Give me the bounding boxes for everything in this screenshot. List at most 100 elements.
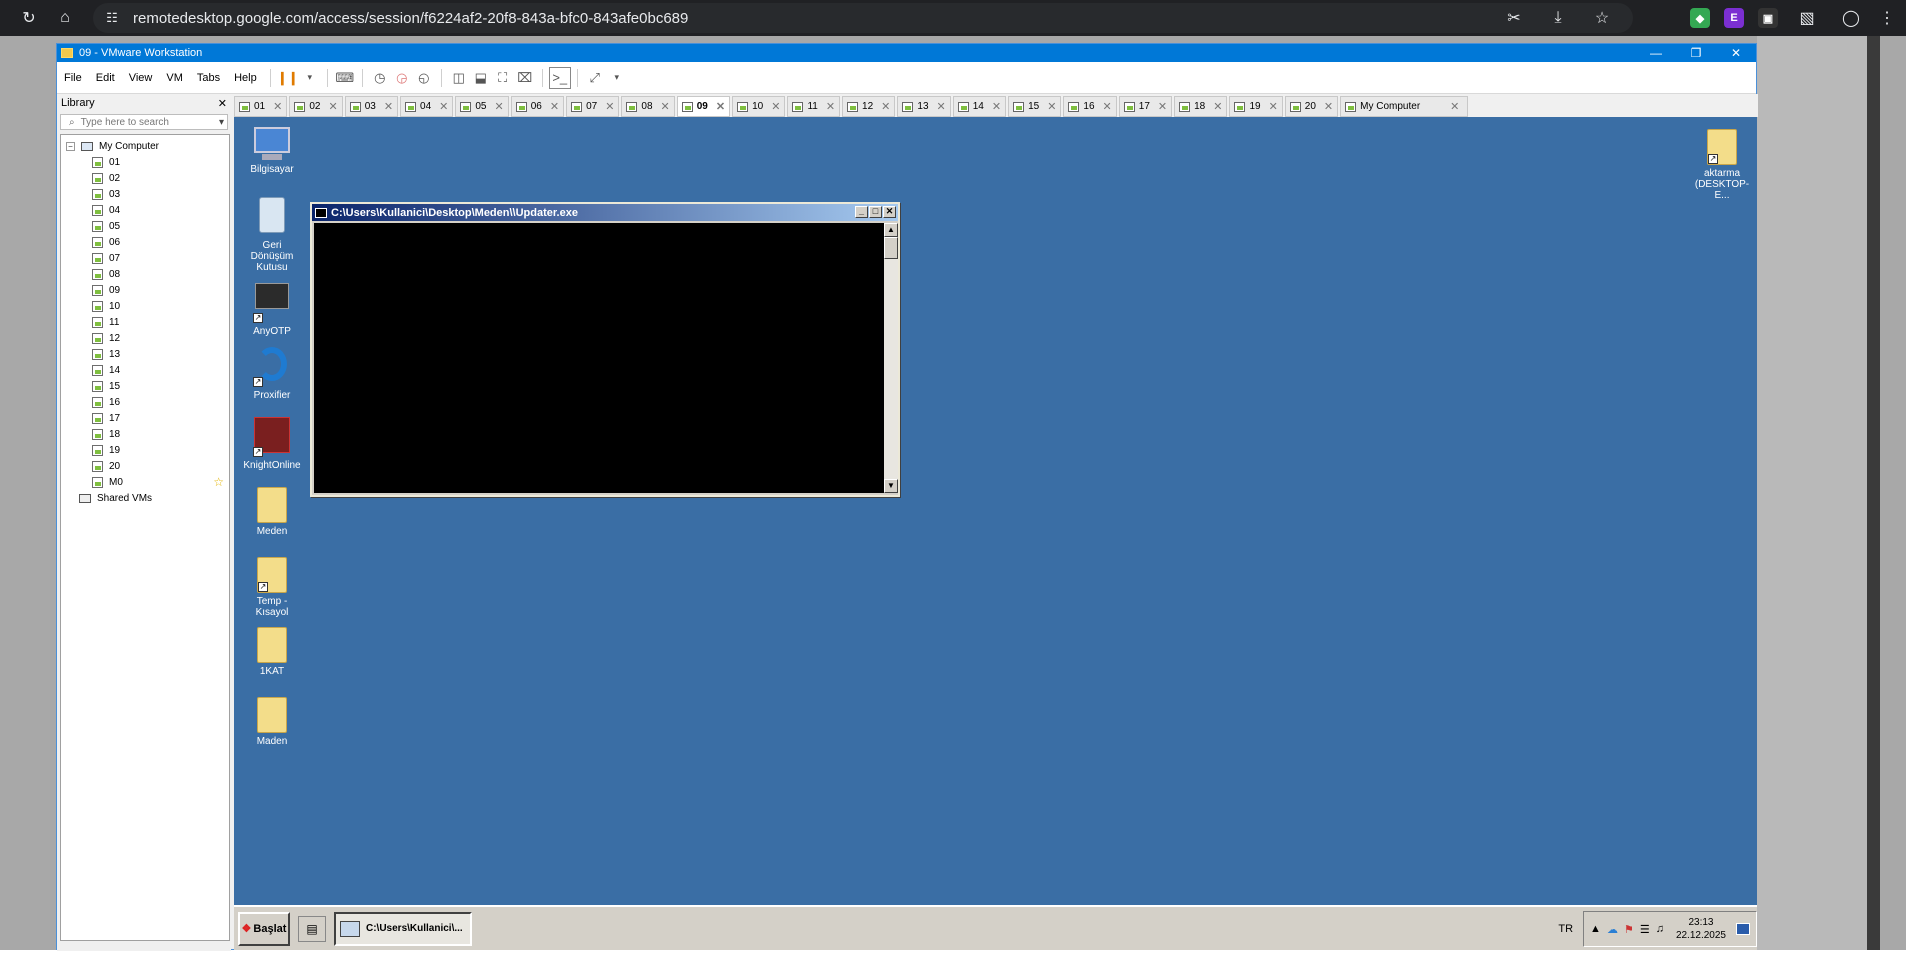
tab-close-icon[interactable]: ✕ (1450, 100, 1459, 113)
tree-vm-item[interactable]: 08 (61, 266, 229, 282)
power-dropdown-icon[interactable]: ▾ (299, 67, 321, 89)
start-button[interactable]: ❖ Başlat (238, 911, 290, 946)
show-desktop-corner-icon[interactable] (1736, 923, 1750, 935)
tree-vm-item[interactable]: 16 (61, 394, 229, 410)
menu-help[interactable]: Help (227, 72, 264, 84)
vm-tab[interactable]: 11 ✕ (787, 96, 841, 117)
tab-close-icon[interactable]: ✕ (1158, 100, 1167, 113)
tab-close-icon[interactable]: ✕ (273, 100, 282, 113)
library-close-icon[interactable]: ✕ (218, 97, 227, 110)
tab-close-icon[interactable]: ✕ (1213, 100, 1222, 113)
tab-close-icon[interactable]: ✕ (661, 100, 670, 113)
vm-tab[interactable]: 07 ✕ (566, 96, 620, 117)
onedrive-icon[interactable]: ☁ (1607, 923, 1618, 936)
desktop-icon-proxifier[interactable]: ↗ Proxifier (240, 347, 304, 401)
desktop-icon-meden[interactable]: Meden (240, 487, 304, 537)
tree-vm-item[interactable]: 03 (61, 186, 229, 202)
vm-tab[interactable]: 20 ✕ (1284, 96, 1339, 117)
shield-extension-icon[interactable]: ◆ (1690, 8, 1710, 28)
vm-tab[interactable]: 02 ✕ (289, 96, 343, 117)
search-dropdown-icon[interactable]: ▾ (219, 117, 224, 128)
tab-close-icon[interactable]: ✕ (384, 100, 393, 113)
vm-tab[interactable]: 04 ✕ (400, 96, 454, 117)
thumbnail-bar-icon[interactable]: ⬓ (470, 67, 492, 89)
tree-vm-item[interactable]: 09 (61, 282, 229, 298)
network-icon[interactable]: ☰ (1640, 923, 1650, 936)
tree-vm-item[interactable]: 01 (61, 154, 229, 170)
tree-vm-item[interactable]: 02 (61, 170, 229, 186)
url-text[interactable]: remotedesktop.google.com/access/session/… (133, 10, 688, 27)
tree-vm-item[interactable]: 05 (61, 218, 229, 234)
console-window[interactable]: C:\Users\Kullanici\Desktop\Meden\\Update… (310, 202, 900, 497)
tab-close-icon[interactable]: ✕ (605, 100, 614, 113)
desktop-icon-recycle-bin[interactable]: Geri Dönüşüm Kutusu (240, 197, 304, 273)
vm-tab[interactable]: My Computer ✕ (1340, 96, 1469, 117)
tab-close-icon[interactable]: ✕ (826, 100, 835, 113)
guest-desktop[interactable]: Bilgisayar Geri Dönüşüm Kutusu ↗ AnyOTP … (234, 117, 1757, 950)
language-indicator[interactable]: TR (1558, 923, 1573, 935)
tree-vm-item[interactable]: 20 (61, 458, 229, 474)
show-hidden-icons-icon[interactable]: ▲ (1590, 923, 1601, 935)
game-extension-icon[interactable]: ▣ (1758, 8, 1778, 28)
desktop-icon-temp-shortcut[interactable]: ↗ Temp - Kısayol (240, 557, 304, 618)
menu-vm[interactable]: VM (159, 72, 190, 84)
desktop-icon-aktarma[interactable]: ↗ aktarma (DESKTOP-E... (1690, 129, 1754, 201)
tree-vm-item[interactable]: 15 (61, 378, 229, 394)
menu-view[interactable]: View (122, 72, 160, 84)
tree-vm-item[interactable]: 13 (61, 346, 229, 362)
stretch-guest-icon[interactable]: ⤢ (584, 67, 606, 89)
desktop-icon-1kat[interactable]: 1KAT (240, 627, 304, 677)
tab-close-icon[interactable]: ✕ (881, 100, 890, 113)
security-alert-icon[interactable]: ⚑ (1624, 923, 1634, 936)
tree-vm-item[interactable]: 04 (61, 202, 229, 218)
scroll-up-icon[interactable]: ▲ (884, 223, 898, 237)
vm-tab[interactable]: 01 ✕ (234, 96, 288, 117)
tab-close-icon[interactable]: ✕ (550, 100, 559, 113)
tray-clock[interactable]: 23:13 22.12.2025 (1676, 916, 1726, 942)
tab-close-icon[interactable]: ✕ (992, 100, 1001, 113)
tree-root-my-computer[interactable]: − My Computer (61, 138, 229, 154)
tree-vm-item[interactable]: M0 ☆ (61, 474, 229, 490)
address-bar[interactable]: ☷ remotedesktop.google.com/access/sessio… (93, 3, 1633, 33)
extensions-puzzle-icon[interactable]: ▧ (1792, 3, 1822, 33)
minimize-icon[interactable]: — (1636, 44, 1676, 62)
volume-icon[interactable]: ♫ (1656, 923, 1664, 935)
tab-close-icon[interactable]: ✕ (1269, 100, 1278, 113)
menu-file[interactable]: File (57, 72, 89, 84)
stretch-dropdown-icon[interactable]: ▾ (606, 67, 628, 89)
tab-close-icon[interactable]: ✕ (1103, 100, 1112, 113)
close-icon[interactable]: ✕ (1716, 44, 1756, 62)
vm-tab[interactable]: 16 ✕ (1063, 96, 1117, 117)
desktop-icon-anyotp[interactable]: ↗ AnyOTP (240, 277, 304, 337)
vm-tab[interactable]: 06 ✕ (510, 96, 565, 117)
tab-close-icon[interactable]: ✕ (328, 100, 337, 113)
vmware-title-bar[interactable]: 09 - VMware Workstation — ❐ ✕ (57, 44, 1756, 62)
restore-icon[interactable]: ❐ (1676, 44, 1716, 62)
reload-icon[interactable]: ↻ (14, 3, 44, 33)
site-info-icon[interactable]: ☷ (99, 5, 125, 31)
tree-vm-item[interactable]: 17 (61, 410, 229, 426)
taskbar-item-console[interactable]: C:\Users\Kullanici\... (334, 911, 472, 946)
tree-vm-item[interactable]: 11 (61, 314, 229, 330)
show-library-icon[interactable]: ◫ (448, 67, 470, 89)
vm-tab[interactable]: 09 ✕ (676, 96, 731, 117)
menu-edit[interactable]: Edit (89, 72, 122, 84)
console-scrollbar[interactable]: ▲ ▼ (884, 223, 898, 493)
console-view-icon[interactable]: >_ (548, 66, 571, 89)
snapshot-icon[interactable]: ◷ (369, 67, 391, 89)
send-ctrl-alt-del-icon[interactable]: ⌨ (334, 67, 356, 89)
tab-close-icon[interactable]: ✕ (1047, 100, 1056, 113)
console-maximize-icon[interactable]: □ (869, 206, 882, 218)
show-desktop-icon[interactable]: ▤ (298, 915, 326, 942)
favorite-star-icon[interactable]: ☆ (213, 475, 224, 489)
desktop-icon-bilgisayar[interactable]: Bilgisayar (240, 127, 304, 175)
console-close-icon[interactable]: ✕ (883, 206, 896, 218)
tab-close-icon[interactable]: ✕ (716, 100, 725, 113)
home-icon[interactable]: ⌂ (50, 3, 80, 33)
tree-vm-item[interactable]: 14 (61, 362, 229, 378)
vm-tab[interactable]: 14 ✕ (952, 96, 1007, 117)
library-search-input[interactable]: ⌕ Type here to search ▾ (60, 114, 228, 130)
screenshot-icon[interactable]: ✂ (1499, 3, 1529, 33)
vm-tab[interactable]: 15 ✕ (1008, 96, 1062, 117)
scroll-down-icon[interactable]: ▼ (884, 479, 898, 493)
